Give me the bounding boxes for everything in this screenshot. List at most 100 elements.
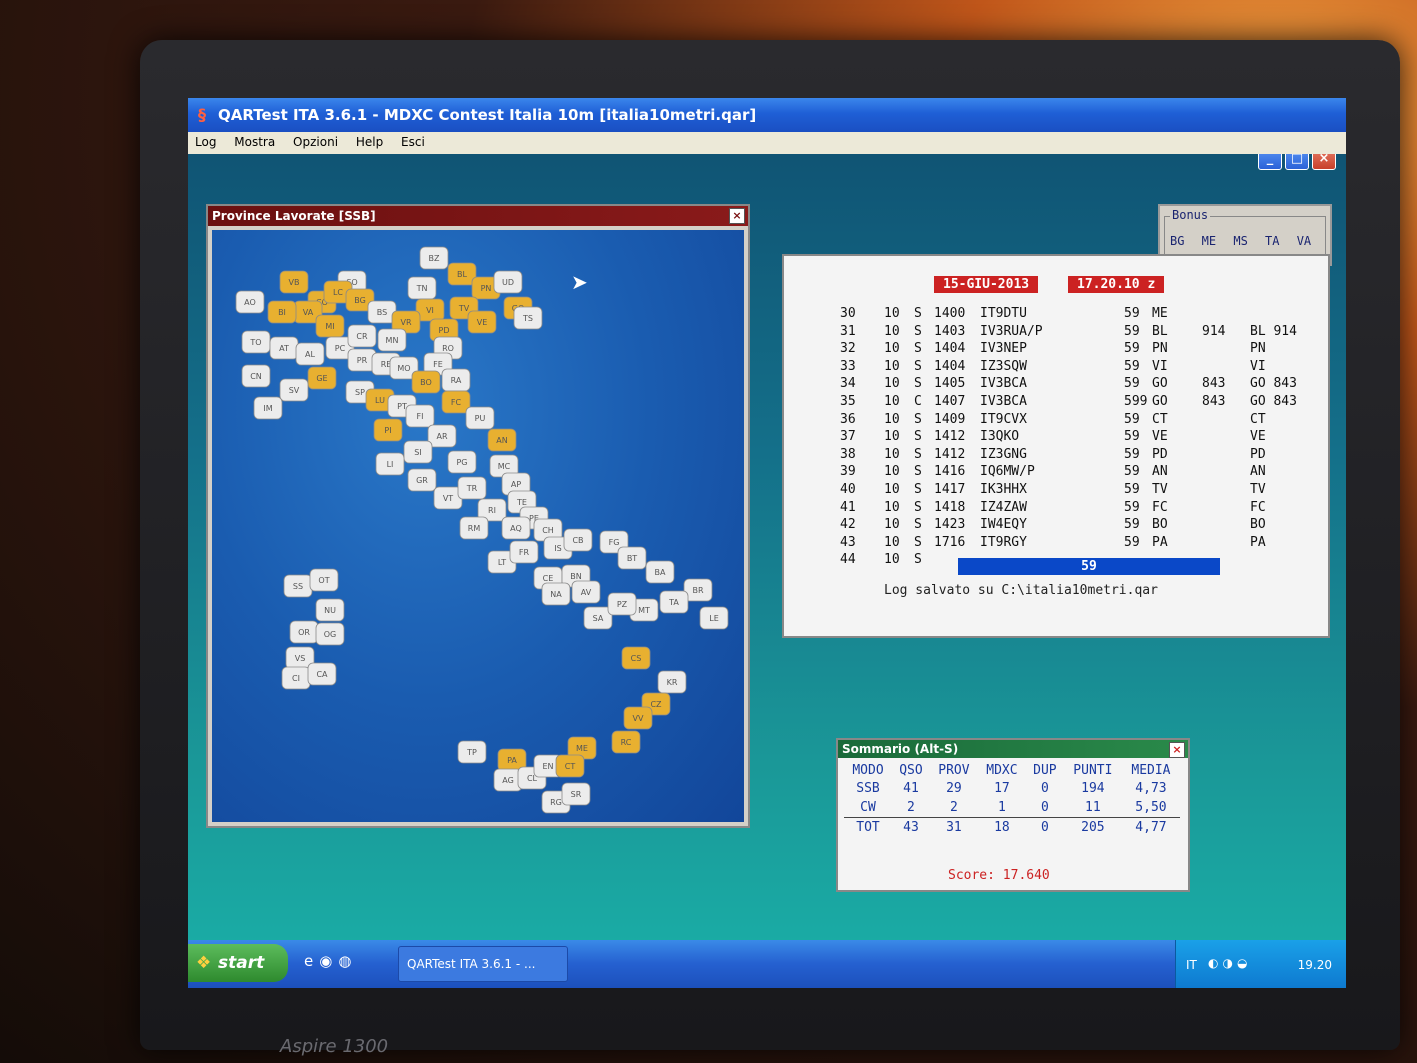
province-an[interactable]: AN	[487, 428, 517, 452]
province-bo[interactable]: BO	[411, 370, 441, 394]
province-to[interactable]: TO	[241, 330, 271, 354]
province-si[interactable]: SI	[403, 440, 433, 464]
province-ta[interactable]: TA	[659, 590, 689, 614]
province-vv[interactable]: VV	[623, 706, 653, 730]
province-label: LU	[375, 396, 385, 405]
menu-esci[interactable]: Esci	[394, 132, 432, 152]
province-gr[interactable]: GR	[407, 468, 437, 492]
province-bt[interactable]: BT	[617, 546, 647, 570]
province-ba[interactable]: BA	[645, 560, 675, 584]
province-cb[interactable]: CB	[563, 528, 593, 552]
province-or[interactable]: OR	[289, 620, 319, 644]
province-bi[interactable]: BI	[267, 300, 297, 324]
province-ra[interactable]: RA	[441, 368, 471, 392]
log-cell-band: 10	[884, 517, 900, 533]
province-le[interactable]: LE	[699, 606, 729, 630]
province-cn[interactable]: CN	[241, 364, 271, 388]
province-im[interactable]: IM	[253, 396, 283, 420]
firefox-icon[interactable]: ◍	[338, 952, 357, 970]
volume-icon[interactable]: ◑	[1222, 956, 1236, 970]
log-cell-prov: ME	[1152, 306, 1168, 321]
province-fr[interactable]: FR	[509, 540, 539, 564]
province-av[interactable]: AV	[571, 580, 601, 604]
log-cell-band: 10	[884, 446, 900, 462]
current-entry-bar[interactable]: 59	[958, 558, 1220, 575]
province-label: SS	[293, 582, 303, 591]
province-li[interactable]: LI	[375, 452, 405, 476]
province-ci[interactable]: CI	[281, 666, 311, 690]
province-rc[interactable]: RC	[611, 730, 641, 754]
log-cell-n: 30	[840, 306, 856, 321]
province-pg[interactable]: PG	[447, 450, 477, 474]
language-indicator[interactable]: IT	[1186, 958, 1197, 972]
province-ud[interactable]: UD	[493, 270, 523, 294]
map-close-button[interactable]: ×	[729, 208, 745, 224]
province-label: AP	[511, 480, 521, 489]
log-cell-mode: S	[914, 464, 922, 480]
province-mn[interactable]: MN	[377, 328, 407, 352]
province-fi[interactable]: FI	[405, 404, 435, 428]
province-rm[interactable]: RM	[459, 516, 489, 540]
province-fc[interactable]: FC	[441, 390, 471, 414]
province-bz[interactable]: BZ	[419, 246, 449, 270]
province-label: RC	[621, 738, 632, 747]
province-tr[interactable]: TR	[457, 476, 487, 500]
menu-help[interactable]: Help	[349, 132, 390, 152]
province-aq[interactable]: AQ	[501, 516, 531, 540]
province-tn[interactable]: TN	[407, 276, 437, 300]
province-og[interactable]: OG	[315, 622, 345, 646]
province-ot[interactable]: OT	[309, 568, 339, 592]
province-label: GE	[316, 374, 327, 383]
province-ct[interactable]: CT	[555, 754, 585, 778]
province-label: VV	[633, 714, 644, 723]
province-label: RG	[550, 798, 562, 807]
province-pz[interactable]: PZ	[607, 592, 637, 616]
province-ss[interactable]: SS	[283, 574, 313, 598]
province-label: AV	[581, 588, 592, 597]
menu-opzioni[interactable]: Opzioni	[286, 132, 345, 152]
province-cr[interactable]: CR	[347, 324, 377, 348]
province-sv[interactable]: SV	[279, 378, 309, 402]
log-cell-call: I3QKO	[980, 429, 1020, 445]
menu-log[interactable]: Log	[188, 132, 223, 152]
summary-titlebar[interactable]: Sommario (Alt-S) ×	[838, 740, 1188, 758]
province-nu[interactable]: NU	[315, 598, 345, 622]
province-mi[interactable]: MI	[315, 314, 345, 338]
log-cell-prov: PN	[1152, 341, 1168, 357]
clock[interactable]: 19.20	[1298, 958, 1332, 972]
menu-mostra[interactable]: Mostra	[227, 132, 282, 152]
media-icon[interactable]: ◉	[319, 952, 338, 970]
log-cell-m2: FC	[1250, 499, 1266, 515]
province-kr[interactable]: KR	[657, 670, 687, 694]
map-window-title: Province Lavorate [SSB]	[212, 209, 376, 223]
start-button[interactable]: ❖ start	[188, 944, 288, 982]
province-at[interactable]: AT	[269, 336, 299, 360]
province-ar[interactable]: AR	[427, 424, 457, 448]
security-icon[interactable]: ◒	[1237, 956, 1251, 970]
province-ge[interactable]: GE	[307, 366, 337, 390]
log-cell-n: 40	[840, 482, 856, 497]
province-cs[interactable]: CS	[621, 646, 651, 670]
province-ts[interactable]: TS	[513, 306, 543, 330]
ie-icon[interactable]: e	[304, 952, 319, 970]
province-ve[interactable]: VE	[467, 310, 497, 334]
province-ca[interactable]: CA	[307, 662, 337, 686]
province-label: MT	[638, 606, 650, 615]
province-label: PI	[384, 426, 391, 435]
summary-close-button[interactable]: ×	[1169, 742, 1185, 758]
province-tp[interactable]: TP	[457, 740, 487, 764]
province-pu[interactable]: PU	[465, 406, 495, 430]
province-sr[interactable]: SR	[561, 782, 591, 806]
province-vb[interactable]: VB	[279, 270, 309, 294]
log-cell-m2: PN	[1250, 341, 1266, 357]
log-cell-m2: VE	[1250, 429, 1266, 445]
province-label: VI	[426, 306, 434, 315]
network-icon[interactable]: ◐	[1208, 956, 1222, 970]
province-pi[interactable]: PI	[373, 418, 403, 442]
map-window-titlebar[interactable]: Province Lavorate [SSB] ×	[208, 206, 748, 226]
taskbar-item-qartest[interactable]: QARTest ITA 3.6.1 - ...	[398, 946, 568, 982]
province-ao[interactable]: AO	[235, 290, 265, 314]
province-na[interactable]: NA	[541, 582, 571, 606]
province-al[interactable]: AL	[295, 342, 325, 366]
window-titlebar[interactable]: § QARTest ITA 3.6.1 - MDXC Contest Itali…	[188, 98, 1346, 132]
